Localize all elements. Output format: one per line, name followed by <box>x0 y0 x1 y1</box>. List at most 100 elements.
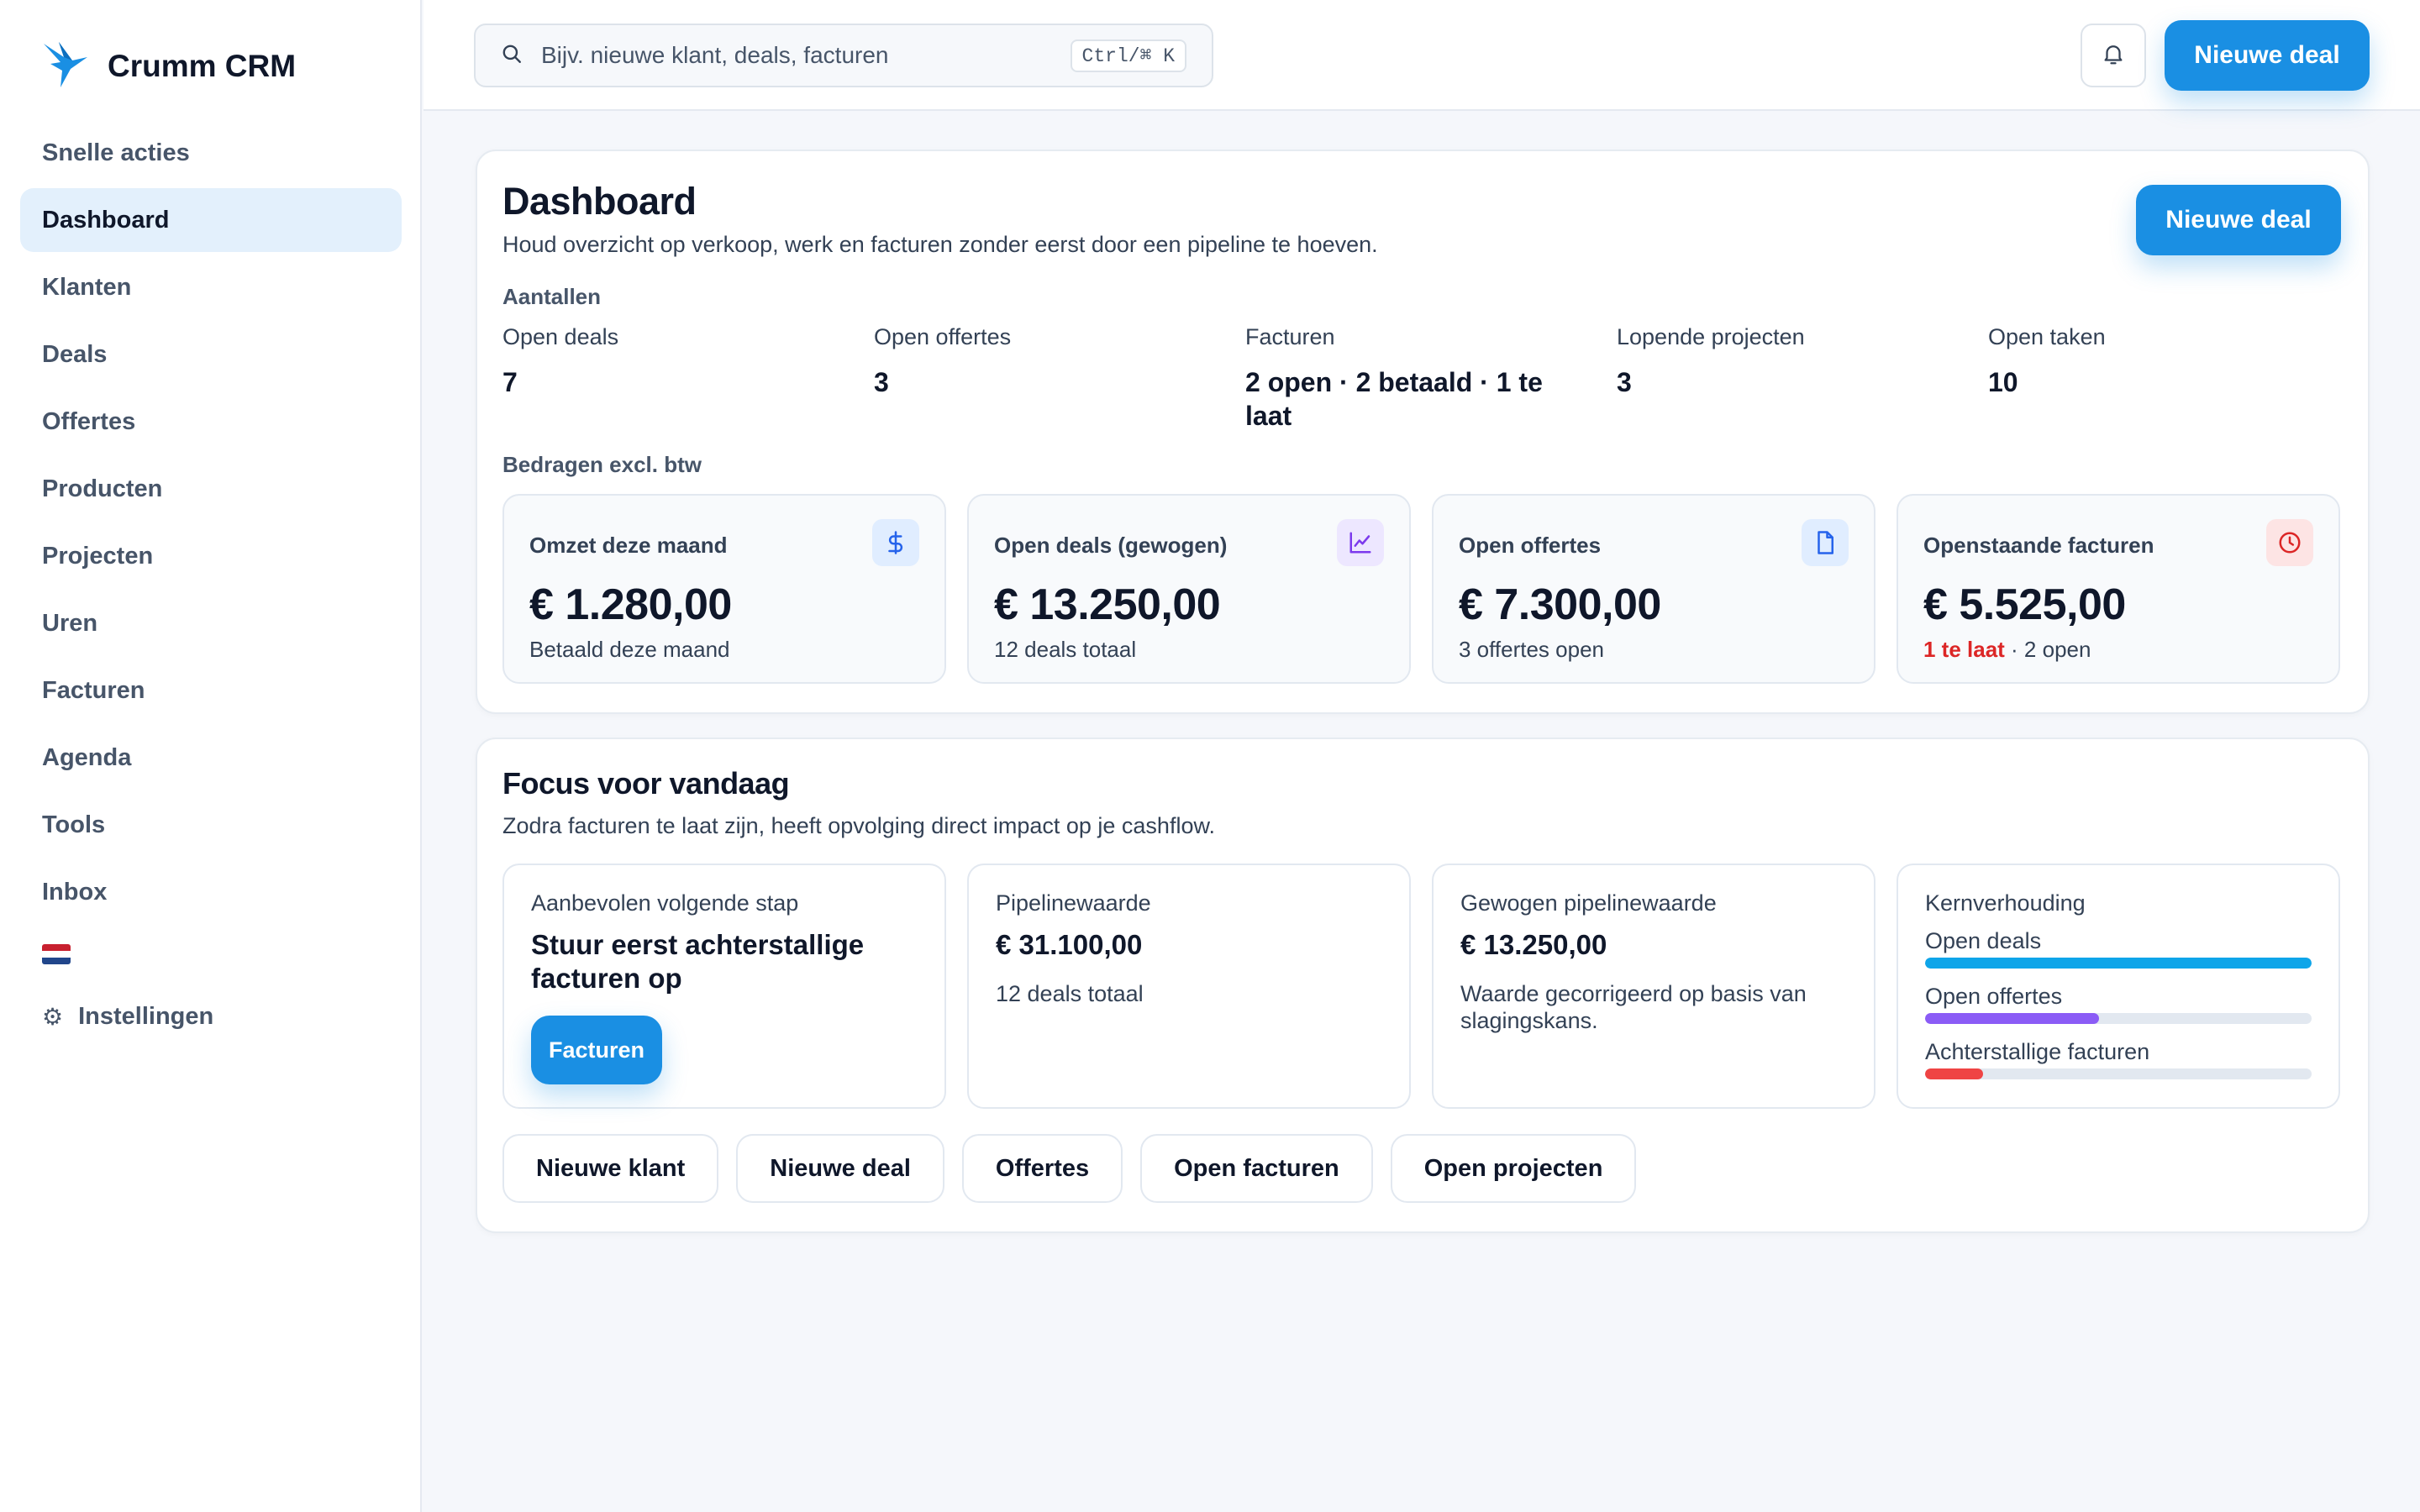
ratio-label-open-offertes: Open offertes <box>1925 984 2063 1009</box>
topbar: Ctrl/⌘ K Nieuwe deal <box>424 0 2420 111</box>
open-count: · 2 open <box>2004 637 2091 662</box>
stat-label: Open deals (gewogen) <box>994 533 1228 558</box>
stat-value: € 5.525,00 <box>1923 580 2126 629</box>
sidebar-item-snelle-acties[interactable]: Snelle acties <box>20 121 402 185</box>
dollar-icon <box>872 519 919 566</box>
count-value: 7 <box>502 367 518 397</box>
sidebar-item-inbox[interactable]: Inbox <box>20 860 402 924</box>
sidebar-item-agenda[interactable]: Agenda <box>20 726 402 790</box>
line-chart-icon <box>1337 519 1384 566</box>
sidebar-item-offertes[interactable]: Offertes <box>20 390 402 454</box>
count-open-offertes: Open offertes 3 <box>874 324 1245 433</box>
stat-note: 3 offertes open <box>1459 637 1604 662</box>
count-label: Open taken <box>1988 324 2106 349</box>
quick-open-projects-button[interactable]: Open projecten <box>1390 1134 1637 1203</box>
brand[interactable]: Crumm CRM <box>42 39 296 93</box>
stat-label: Open offertes <box>1459 533 1602 558</box>
sidebar-item-uren[interactable]: Uren <box>20 591 402 655</box>
search-icon <box>501 43 523 69</box>
late-count: 1 te laat <box>1923 637 2005 662</box>
counts-row: Open deals 7 Open offertes 3 Facturen 2 … <box>502 324 2360 433</box>
focus-title: Focus voor vandaag <box>502 766 790 801</box>
stat-note: 1 te laat · 2 open <box>1923 637 2091 663</box>
quick-quotes-button[interactable]: Offertes <box>961 1134 1123 1203</box>
sidebar-item-settings[interactable]: ⚙ Instellingen <box>20 984 402 1048</box>
sidebar-item-tools[interactable]: Tools <box>20 793 402 857</box>
pipeline-label: Pipelinewaarde <box>996 890 1151 916</box>
stat-label: Openstaande facturen <box>1923 533 2154 558</box>
weighted-pipeline-card: Gewogen pipelinewaarde € 13.250,00 Waard… <box>1432 864 1876 1109</box>
focus-subtitle: Zodra facturen te laat zijn, heeft opvol… <box>502 813 1215 838</box>
pipeline-value: € 31.100,00 <box>996 929 1143 960</box>
weighted-label: Gewogen pipelinewaarde <box>1460 890 1717 916</box>
sidebar-item-producten[interactable]: Producten <box>20 457 402 521</box>
pipeline-card: Pipelinewaarde € 31.100,00 12 deals tota… <box>967 864 1411 1109</box>
ratio-bar-open-deals <box>1925 958 2312 969</box>
weighted-value: € 13.250,00 <box>1460 929 1607 960</box>
clock-icon <box>2266 519 2313 566</box>
stat-value: € 1.280,00 <box>529 580 732 629</box>
sidebar-item-facturen[interactable]: Facturen <box>20 659 402 722</box>
count-open-taken: Open taken 10 <box>1988 324 2360 433</box>
ratio-bar-track <box>1925 1013 2312 1024</box>
amounts-label: Bedragen excl. btw <box>502 452 702 477</box>
stat-card-omzet[interactable]: Omzet deze maand € 1.280,00 Betaald deze… <box>502 494 946 684</box>
gear-icon: ⚙ <box>42 1003 64 1030</box>
quick-open-invoices-button[interactable]: Open facturen <box>1140 1134 1373 1203</box>
sidebar: Crumm CRM Snelle acties Dashboard Klante… <box>0 0 422 1512</box>
sidebar-item-klanten[interactable]: Klanten <box>20 255 402 319</box>
count-value: 2 open · 2 betaald · 1 te laat <box>1245 367 1543 431</box>
ratio-bar-track <box>1925 1068 2312 1079</box>
notifications-button[interactable] <box>2081 24 2146 87</box>
count-label: Facturen <box>1245 324 1335 349</box>
dashboard-new-deal-button[interactable]: Nieuwe deal <box>2136 185 2341 255</box>
count-value: 3 <box>874 367 889 397</box>
sidebar-item-projecten[interactable]: Projecten <box>20 524 402 588</box>
search-input[interactable] <box>541 42 1062 69</box>
sidebar-nav: Snelle acties Dashboard Klanten Deals Of… <box>20 121 402 1048</box>
count-label: Open deals <box>502 324 619 349</box>
quick-new-deal-button[interactable]: Nieuwe deal <box>736 1134 944 1203</box>
ratio-label-achterstallige-facturen: Achterstallige facturen <box>1925 1039 2150 1064</box>
language-switcher[interactable] <box>20 932 402 976</box>
stat-card-open-deals[interactable]: Open deals (gewogen) € 13.250,00 12 deal… <box>967 494 1411 684</box>
sidebar-item-dashboard[interactable]: Dashboard <box>20 188 402 252</box>
next-step-value: Stuur eerst achterstallige facturen op <box>531 929 865 994</box>
stat-value: € 7.300,00 <box>1459 580 1661 629</box>
bell-icon <box>2101 41 2126 71</box>
stat-note: 12 deals totaal <box>994 637 1137 662</box>
brand-name: Crumm CRM <box>108 48 297 83</box>
search-shortcut: Ctrl/⌘ K <box>1070 39 1186 72</box>
quick-actions: Nieuwe klant Nieuwe deal Offertes Open f… <box>502 1134 1654 1203</box>
focus-panel: Focus voor vandaag Zodra facturen te laa… <box>476 738 2370 1233</box>
stat-card-open-offertes[interactable]: Open offertes € 7.300,00 3 offertes open <box>1432 494 1876 684</box>
dashboard-panel: Dashboard Houd overzicht op verkoop, wer… <box>476 150 2370 714</box>
stat-label: Omzet deze maand <box>529 533 728 558</box>
stat-card-openstaande-facturen[interactable]: Openstaande facturen € 5.525,00 1 te laa… <box>1897 494 2340 684</box>
weighted-note: Waarde gecorrigeerd op basis van slaging… <box>1460 981 1807 1033</box>
count-value: 3 <box>1617 367 1632 397</box>
next-step-card: Aanbevolen volgende stap Stuur eerst ach… <box>502 864 946 1109</box>
ratio-bars: Open deals Open offertes Achterstallige … <box>1925 928 2312 1079</box>
new-deal-button[interactable]: Nieuwe deal <box>2165 20 2370 91</box>
facturen-button[interactable]: Facturen <box>531 1016 662 1084</box>
quick-new-customer-button[interactable]: Nieuwe klant <box>502 1134 719 1203</box>
bird-logo-icon <box>42 39 89 93</box>
count-facturen: Facturen 2 open · 2 betaald · 1 te laat <box>1245 324 1617 433</box>
count-label: Open offertes <box>874 324 1012 349</box>
sidebar-item-deals[interactable]: Deals <box>20 323 402 386</box>
count-open-deals: Open deals 7 <box>502 324 874 433</box>
search-box[interactable]: Ctrl/⌘ K <box>474 24 1213 87</box>
stat-note: Betaald deze maand <box>529 637 730 662</box>
ratio-card: Kernverhouding Open deals Open offertes … <box>1897 864 2340 1109</box>
nl-flag-icon <box>42 944 71 964</box>
ratio-bar-track <box>1925 958 2312 969</box>
stat-value: € 13.250,00 <box>994 580 1221 629</box>
page-subtitle: Houd overzicht op verkoop, werk en factu… <box>502 232 1378 257</box>
ratio-title: Kernverhouding <box>1925 890 2086 916</box>
next-step-label: Aanbevolen volgende stap <box>531 890 799 916</box>
ratio-label-open-deals: Open deals <box>1925 928 2042 953</box>
settings-label: Instellingen <box>78 1002 214 1030</box>
pipeline-note: 12 deals totaal <box>996 981 1144 1006</box>
count-lopende-projecten: Lopende projecten 3 <box>1617 324 1988 433</box>
